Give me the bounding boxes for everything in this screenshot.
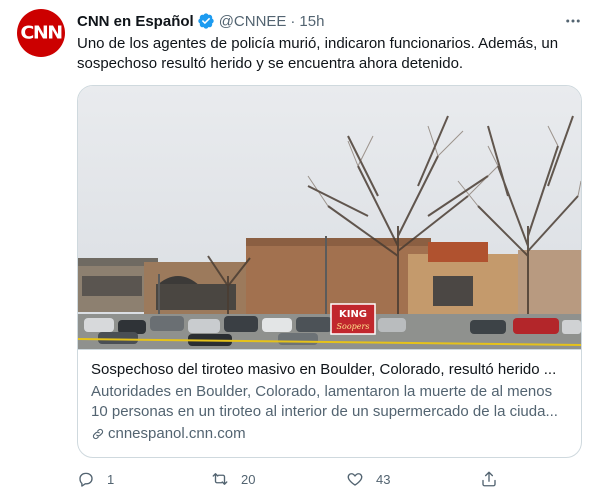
heart-icon (347, 473, 363, 486)
tweet-timestamp[interactable]: 15h (299, 13, 324, 30)
retweet-button[interactable]: 20 (211, 470, 255, 488)
account-handle[interactable]: @CNNEE (219, 13, 287, 30)
share-icon (482, 471, 496, 487)
card-description: Autoridades en Boulder, Colorado, lament… (91, 383, 558, 420)
retweet-icon (212, 473, 228, 485)
separator-dot: · (290, 12, 296, 30)
card-body[interactable]: Sospechoso del tiroteo masivo en Boulder… (78, 349, 581, 457)
card-domain: cnnespanol.cnn.com (108, 425, 246, 442)
avatar-logo-text: CNN (20, 22, 63, 44)
link-icon (92, 428, 104, 440)
retweet-count: 20 (241, 471, 256, 487)
avatar[interactable]: CNN (17, 9, 65, 57)
verified-badge-icon (198, 13, 214, 29)
card-title[interactable]: Sospechoso del tiroteo masivo en Boulder… (91, 360, 568, 380)
link-card[interactable]: KING Soopers Sospechoso del tiroteo masi… (77, 85, 582, 458)
reply-count: 1 (107, 471, 115, 487)
card-domain-row[interactable]: cnnespanol.cnn.com (91, 424, 568, 444)
share-button[interactable] (480, 470, 498, 488)
tweet[interactable]: CNN CNN en Español @CNNEE · 15h Uno de l… (0, 0, 591, 498)
account-name[interactable]: CNN en Español (77, 13, 194, 30)
card-image[interactable]: KING Soopers (78, 86, 581, 349)
more-options-icon[interactable] (562, 10, 584, 32)
like-count: 43 (376, 471, 391, 487)
tweet-header: CNN en Español @CNNEE · 15h (77, 11, 324, 31)
tweet-text: Uno de los agentes de policía murió, ind… (77, 35, 559, 72)
tweet-actions: 1 20 43 (77, 470, 582, 492)
soopers-sign-text: Soopers (337, 322, 370, 331)
king-sign-text: KING (339, 309, 367, 320)
reply-icon (79, 472, 93, 487)
reply-button[interactable]: 1 (77, 470, 114, 488)
like-button[interactable]: 43 (346, 470, 390, 488)
